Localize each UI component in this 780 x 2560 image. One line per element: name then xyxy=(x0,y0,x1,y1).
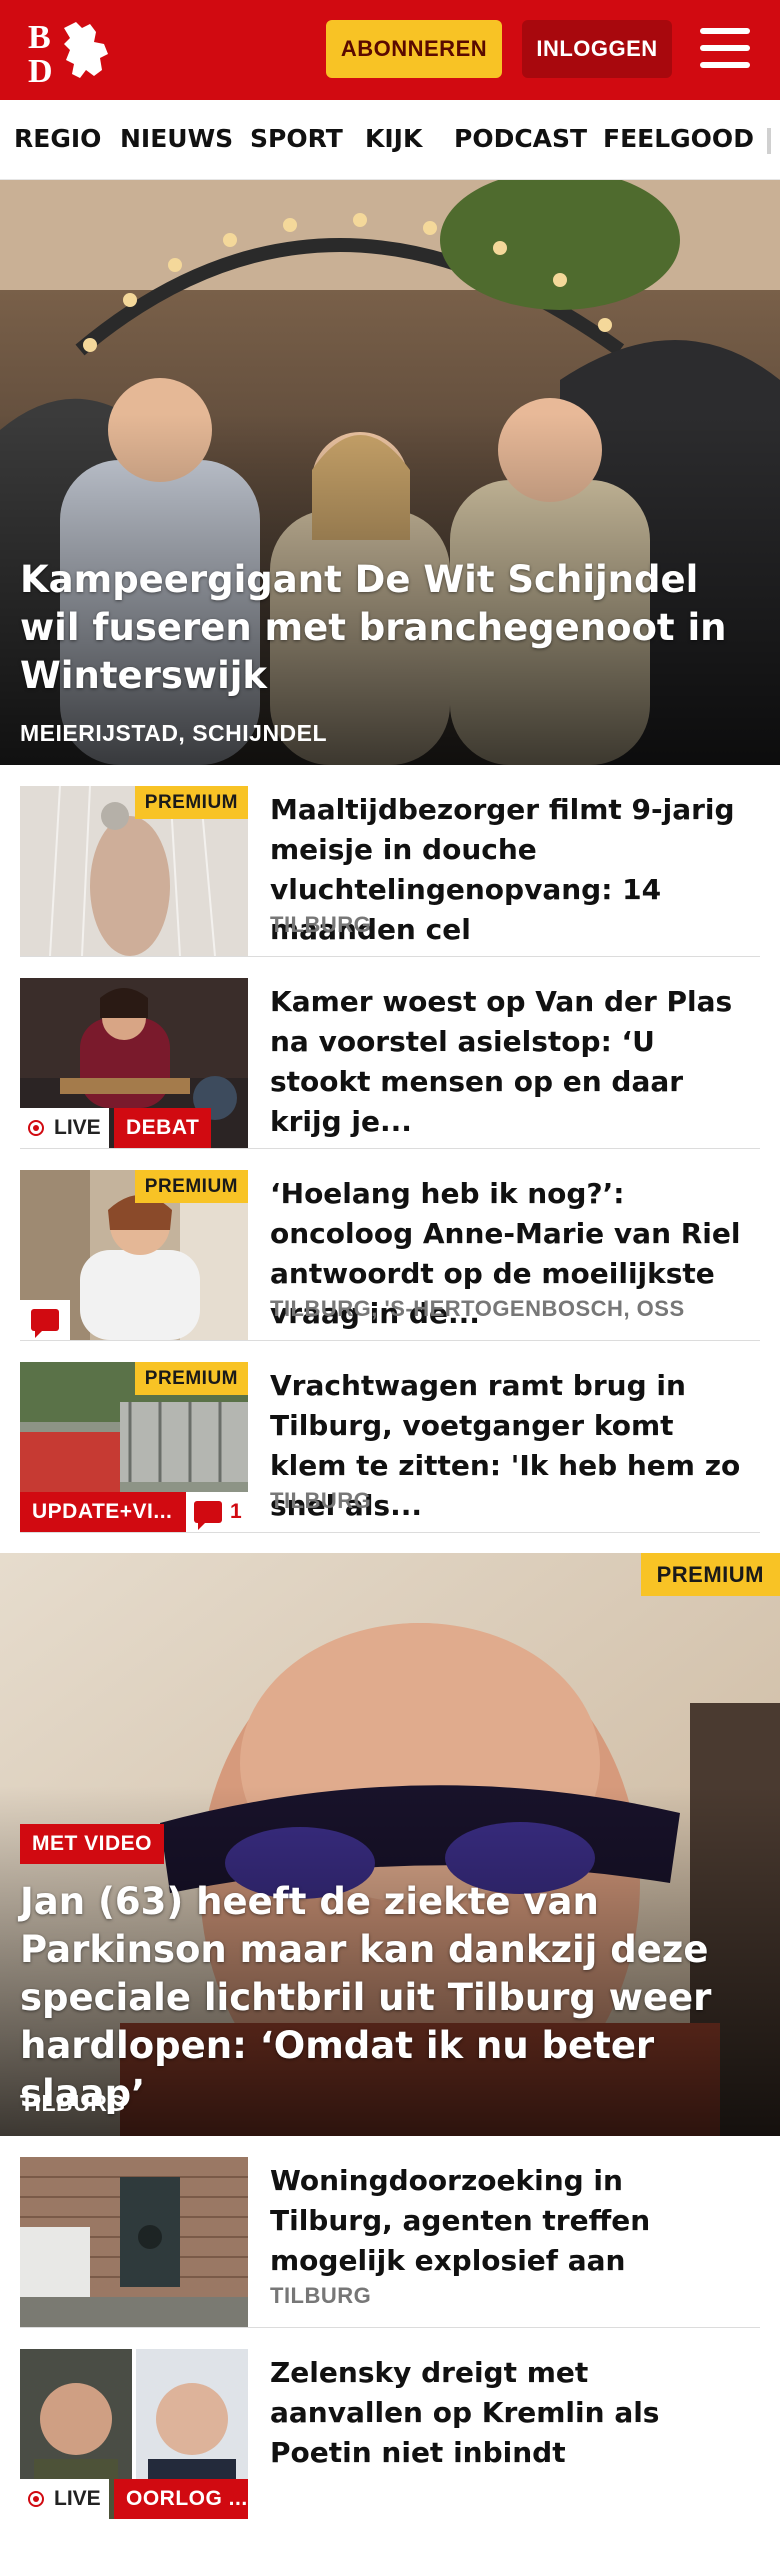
live-label: LIVE xyxy=(54,2487,101,2510)
premium-badge: PREMIUM xyxy=(134,786,248,819)
nav-item-nieuws[interactable]: NIEUWS xyxy=(120,124,233,153)
article-title[interactable]: Zelensky dreigt met aanvallen op Kremlin… xyxy=(270,2353,750,2473)
hero-title[interactable]: Jan (63) heeft de ziekte van Parkinson m… xyxy=(20,1878,760,2118)
hero-title[interactable]: Kampeergigant De Wit Schijndel wil fuser… xyxy=(20,556,760,700)
premium-badge: PREMIUM xyxy=(134,1170,248,1203)
comment-count: 1 xyxy=(230,1500,242,1523)
nav-item-kijk[interactable]: KIJK xyxy=(365,124,422,153)
article-thumbnail: PREMIUM UPDATE+VI... 1 xyxy=(20,1362,248,1532)
site-header: B D ABONNEREN INLOGGEN xyxy=(0,0,780,100)
list-item[interactable]: PREMIUM Maaltijdbezorger filmt 9-jarig m… xyxy=(20,786,760,957)
article-location: TILBURG xyxy=(270,1488,372,1513)
article-location: TILBURG xyxy=(270,912,372,937)
category-badge: DEBAT xyxy=(114,1108,212,1148)
live-badge: LIVE xyxy=(20,1108,109,1148)
svg-text:D: D xyxy=(28,53,53,86)
hero-location: MEIERIJSTAD, SCHIJNDEL xyxy=(20,720,328,746)
article-thumbnail: PREMIUM xyxy=(20,1170,248,1340)
live-icon xyxy=(28,1120,44,1136)
article-thumbnail: PREMIUM xyxy=(20,786,248,956)
nav-item-sport[interactable]: SPORT xyxy=(250,124,343,153)
list-item[interactable]: LIVE OORLOG ... Zelensky dreigt met aanv… xyxy=(20,2349,760,2520)
login-button[interactable]: INLOGGEN xyxy=(522,20,672,78)
list-item[interactable]: LIVE DEBAT Kamer woest op Van der Plas n… xyxy=(20,978,760,1149)
nav-item-regio[interactable]: REGIO xyxy=(14,124,101,153)
category-badge: OORLOG ... xyxy=(114,2479,248,2519)
comments-badge xyxy=(20,1300,70,1340)
premium-badge: PREMIUM xyxy=(134,1362,248,1395)
article-title[interactable]: Woningdoorzoeking in Tilburg, agenten tr… xyxy=(270,2161,750,2281)
article-location: TILBURG xyxy=(270,2283,372,2308)
category-badge: UPDATE+VI... xyxy=(20,1492,186,1532)
list-item[interactable]: Woningdoorzoeking in Tilburg, agenten tr… xyxy=(20,2157,760,2328)
live-badge: LIVE xyxy=(20,2479,109,2519)
hero-article[interactable]: Kampeergigant De Wit Schijndel wil fuser… xyxy=(0,180,780,765)
bd-logo[interactable]: B D xyxy=(24,14,116,90)
comment-icon xyxy=(194,1501,222,1530)
hero-article[interactable]: PREMIUM MET VIDEO Jan (63) heeft de ziek… xyxy=(0,1553,780,2136)
article-thumbnail: LIVE OORLOG ... xyxy=(20,2349,248,2519)
nav-item-podcast[interactable]: PODCAST xyxy=(454,124,587,153)
live-label: LIVE xyxy=(54,1116,101,1139)
video-badge: MET VIDEO xyxy=(20,1824,165,1864)
nav-item-feelgood[interactable]: FEELGOOD xyxy=(603,124,754,153)
premium-badge: PREMIUM xyxy=(640,1553,780,1596)
menu-icon[interactable] xyxy=(700,24,752,72)
article-thumbnail xyxy=(20,2157,248,2327)
list-item[interactable]: PREMIUM UPDATE+VI... 1 Vrachtwagen ramt … xyxy=(20,1362,760,1533)
hero-location: TILBURG xyxy=(20,2090,126,2116)
article-thumbnail: LIVE DEBAT xyxy=(20,978,248,1148)
article-title[interactable]: Kamer woest op Van der Plas na voorstel … xyxy=(270,982,750,1142)
comments-badge: 1 xyxy=(186,1492,248,1532)
list-item[interactable]: PREMIUM ‘Hoelang heb ik nog?’: oncoloog … xyxy=(20,1170,760,1341)
nav-divider xyxy=(767,128,771,154)
section-nav: REGIO NIEUWS SPORT KIJK PODCAST FEELGOOD xyxy=(0,100,780,180)
svg-text:B: B xyxy=(28,19,51,56)
article-location: TILBURG, 'S-HERTOGENBOSCH, OSS xyxy=(270,1296,685,1321)
comment-icon xyxy=(31,1309,59,1338)
subscribe-button[interactable]: ABONNEREN xyxy=(326,20,502,78)
live-icon xyxy=(28,2491,44,2507)
